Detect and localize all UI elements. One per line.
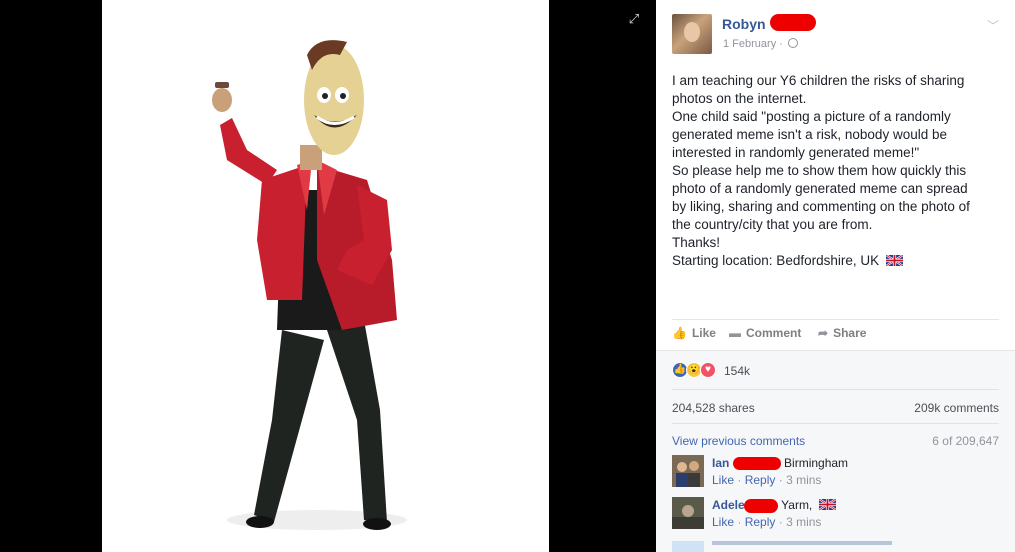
commenter-name[interactable]: Ian bbox=[712, 456, 729, 470]
divider bbox=[672, 423, 999, 424]
commenter-avatar-partial bbox=[672, 541, 704, 552]
commenter-avatar[interactable] bbox=[672, 497, 704, 529]
comment-button[interactable]: ▬ Comment bbox=[729, 326, 801, 340]
share-icon: ➦ bbox=[818, 326, 829, 340]
post-line: generated meme isn't a risk, nobody woul… bbox=[672, 127, 947, 142]
post-meta: 1 February · bbox=[723, 38, 798, 50]
comment-text: Yarm, bbox=[781, 498, 813, 512]
comment-text: Birmingham bbox=[784, 456, 849, 470]
commenter-name[interactable]: Adele bbox=[712, 498, 745, 512]
post-line: interested in randomly generated meme!" bbox=[672, 145, 920, 160]
post-line: photos on the internet. bbox=[672, 91, 807, 106]
comment-time[interactable]: 3 mins bbox=[786, 515, 821, 529]
share-label: Share bbox=[833, 326, 867, 340]
love-reaction-icon: ♥ bbox=[700, 362, 716, 378]
meme-figure-illustration bbox=[212, 40, 407, 530]
like-icon: 👍 bbox=[672, 326, 687, 340]
post-line: the country/city that you are from. bbox=[672, 217, 873, 232]
chevron-down-icon[interactable]: ﹀ bbox=[987, 17, 999, 34]
post-line: by liking, sharing and commenting on the… bbox=[672, 199, 970, 214]
comment-icon: ▬ bbox=[729, 326, 741, 340]
comment-text-partial bbox=[712, 541, 892, 545]
post-line-location: Starting location: Bedfordshire, UK bbox=[672, 252, 998, 270]
post-line: One child said "posting a picture of a r… bbox=[672, 109, 951, 124]
post-line: photo of a randomly generated meme can s… bbox=[672, 181, 968, 196]
comment-like-link[interactable]: Like bbox=[712, 473, 734, 487]
post-panel: Robyn 1 February · ﹀ I am teaching our Y… bbox=[656, 0, 1015, 552]
globe-icon bbox=[788, 38, 798, 48]
like-button[interactable]: 👍 Like bbox=[672, 326, 716, 340]
post-line: Thanks! bbox=[672, 235, 721, 250]
comment-item: Ian Birmingham Like · Reply · 3 mins bbox=[672, 455, 999, 489]
post-text: I am teaching our Y6 children the risks … bbox=[672, 72, 998, 270]
view-previous-comments-link[interactable]: View previous comments bbox=[672, 434, 805, 448]
reactions-count[interactable]: 154k bbox=[724, 364, 750, 378]
meme-photo[interactable] bbox=[102, 0, 549, 552]
comment-links: Like · Reply · 3 mins bbox=[712, 473, 822, 487]
redaction-mark bbox=[732, 457, 781, 471]
shares-count[interactable]: 204,528 shares bbox=[672, 401, 755, 415]
post-header: Robyn 1 February · ﹀ bbox=[672, 14, 1001, 54]
comment-reply-link[interactable]: Reply bbox=[745, 473, 776, 487]
divider bbox=[672, 319, 999, 320]
comments-count[interactable]: 209k comments bbox=[914, 401, 999, 415]
redaction-mark bbox=[770, 14, 816, 31]
expand-icon[interactable]: ⤢ bbox=[627, 12, 641, 26]
share-button[interactable]: ➦ Share bbox=[818, 326, 866, 340]
comment-body: Adele Yarm, bbox=[712, 497, 836, 514]
divider bbox=[672, 389, 999, 390]
comment-like-link[interactable]: Like bbox=[712, 515, 734, 529]
comment-label: Comment bbox=[746, 326, 802, 340]
redaction-mark bbox=[744, 498, 779, 513]
post-line: I am teaching our Y6 children the risks … bbox=[672, 73, 965, 88]
like-label: Like bbox=[691, 326, 716, 340]
author-avatar[interactable] bbox=[672, 14, 712, 54]
photo-viewer: ⤢ bbox=[0, 0, 656, 552]
comment-time[interactable]: 3 mins bbox=[786, 473, 821, 487]
author-name[interactable]: Robyn bbox=[722, 16, 766, 32]
comments-paging: 6 of 209,647 bbox=[932, 434, 999, 448]
comment-item: Adele Yarm, Like · Reply · 3 mins bbox=[672, 497, 999, 531]
post-date[interactable]: 1 February bbox=[723, 38, 776, 50]
commenter-avatar[interactable] bbox=[672, 455, 704, 487]
comment-reply-link[interactable]: Reply bbox=[745, 515, 776, 529]
uk-flag-icon bbox=[818, 499, 836, 510]
location-text: Starting location: Bedfordshire, UK bbox=[672, 253, 880, 268]
comment-body: Ian Birmingham bbox=[712, 455, 848, 472]
social-section: 👍 😮 ♥ 154k 204,528 shares 209k comments … bbox=[656, 350, 1015, 552]
comment-links: Like · Reply · 3 mins bbox=[712, 515, 822, 529]
uk-flag-icon bbox=[885, 255, 903, 266]
post-line: So please help me to show them how quick… bbox=[672, 163, 967, 178]
